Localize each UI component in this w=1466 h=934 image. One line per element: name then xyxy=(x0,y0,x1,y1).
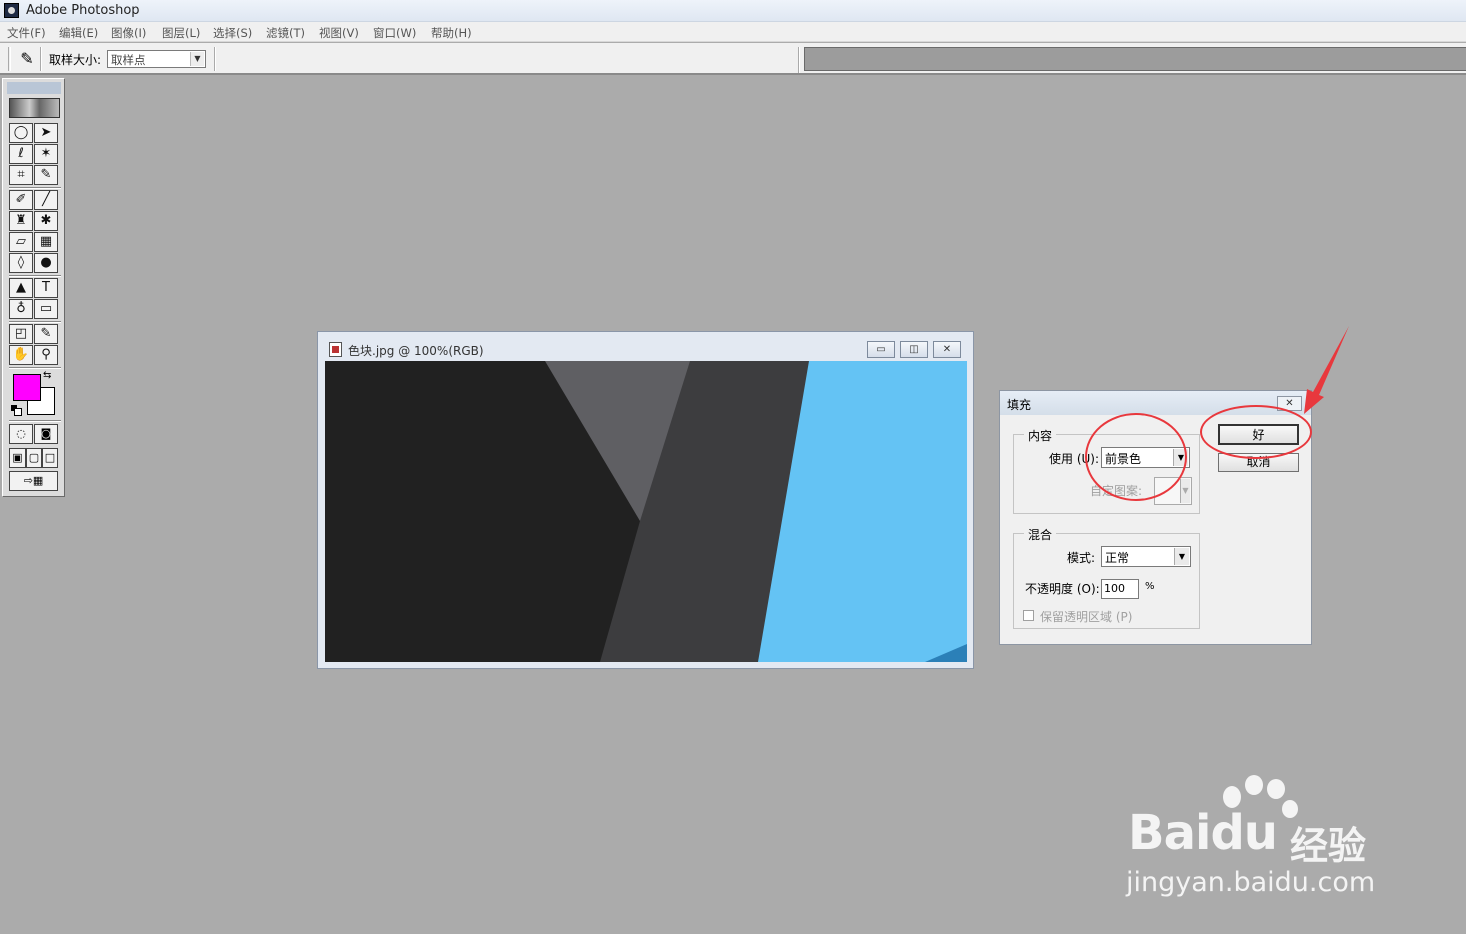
menu-bar: 文件(F) 编辑(E) 图像(I) 图层(L) 选择(S) 滤镜(T) 视图(V… xyxy=(0,22,1466,42)
eraser-tool-icon[interactable]: ▱ xyxy=(9,232,33,252)
divider xyxy=(9,420,61,422)
app-title: Adobe Photoshop xyxy=(26,3,140,18)
toolbox: ◯ ➤ ℓ ✶ ⌗ ✎ ✐ ╱ ♜ ✱ ▱ ▦ ◊ ● ▲ T ♁ ▭ ◰ ✎ … xyxy=(2,78,65,497)
opacity-input[interactable]: 100 xyxy=(1101,579,1139,599)
rectangle-tool-icon[interactable]: ▭ xyxy=(34,299,58,319)
menu-edit[interactable]: 编辑(E) xyxy=(59,25,98,41)
document-icon xyxy=(329,342,342,357)
type-tool-icon[interactable]: T xyxy=(34,278,58,298)
standard-mode-icon[interactable]: ◌ xyxy=(9,424,33,444)
eyedropper-sample-tool-icon[interactable]: ✎ xyxy=(34,324,58,344)
magic-wand-tool-icon[interactable]: ✶ xyxy=(34,144,58,164)
watermark-url: jingyan.baidu.com xyxy=(1126,867,1376,898)
standard-screen-icon[interactable]: ▣ xyxy=(9,448,26,468)
swap-colors-icon[interactable]: ⇆ xyxy=(43,370,51,381)
menu-file[interactable]: 文件(F) xyxy=(7,25,46,41)
mode-label: 模式: xyxy=(1067,551,1096,565)
divider xyxy=(40,47,42,71)
zoom-tool-icon[interactable]: ⚲ xyxy=(34,345,58,365)
menu-select[interactable]: 选择(S) xyxy=(213,25,252,41)
stamp-tool-icon[interactable]: ♜ xyxy=(9,211,33,231)
path-select-tool-icon[interactable]: ▲ xyxy=(9,278,33,298)
photoshop-app-icon xyxy=(4,3,19,18)
preserve-transparency-label: 保留透明区域 (P) xyxy=(1040,610,1133,624)
opacity-unit: % xyxy=(1145,581,1155,592)
window-titlebar: Adobe Photoshop xyxy=(0,0,1466,22)
sample-size-select[interactable]: 取样点 ▼ xyxy=(107,50,206,68)
jump-to-imageready-icon[interactable]: ⇨▦ xyxy=(9,471,58,491)
options-bar-grip[interactable] xyxy=(8,47,11,71)
hand-tool-icon[interactable]: ✋ xyxy=(9,345,33,365)
dialog-title: 填充 xyxy=(1007,398,1032,412)
watermark-product: 经验 xyxy=(1290,824,1367,868)
blending-group-title: 混合 xyxy=(1024,526,1057,543)
options-bar: ✎ 取样大小: 取样点 ▼ xyxy=(0,43,1466,75)
eyedropper-tool-icon[interactable]: ✎ xyxy=(34,165,58,185)
menu-image[interactable]: 图像(I) xyxy=(111,25,146,41)
marquee-tool-icon[interactable]: ◯ xyxy=(9,123,33,143)
eyedropper-icon[interactable]: ✎ xyxy=(18,50,36,68)
divider xyxy=(9,321,61,323)
annotation-circle-ok xyxy=(1200,405,1312,459)
menu-help[interactable]: 帮助(H) xyxy=(431,25,472,41)
history-brush-tool-icon[interactable]: ✱ xyxy=(34,211,58,231)
contents-group-title: 内容 xyxy=(1024,427,1057,444)
opacity-label: 不透明度 (O): xyxy=(1025,582,1100,596)
default-colors-icon[interactable] xyxy=(11,405,22,416)
divider xyxy=(9,187,61,189)
brush-tool-icon[interactable]: ╱ xyxy=(34,190,58,210)
palette-well[interactable] xyxy=(804,47,1466,71)
gradient-tool-icon[interactable]: ▦ xyxy=(34,232,58,252)
crop-tool-icon[interactable]: ⌗ xyxy=(9,165,33,185)
menu-window[interactable]: 窗口(W) xyxy=(373,25,416,41)
watermark-brand: Baidu xyxy=(1128,805,1278,861)
minimize-button[interactable]: ▭ xyxy=(867,341,895,358)
menu-layer[interactable]: 图层(L) xyxy=(162,25,200,41)
lasso-tool-icon[interactable]: ℓ xyxy=(9,144,33,164)
move-tool-icon[interactable]: ➤ xyxy=(34,123,58,143)
document-window: 色块.jpg @ 100%(RGB) ▭ ◫ ✕ xyxy=(317,331,974,669)
photoshop-eye-logo[interactable] xyxy=(9,98,60,118)
toolbox-titlebar[interactable] xyxy=(7,82,61,94)
notes-tool-icon[interactable]: ◰ xyxy=(9,324,33,344)
chevron-down-icon[interactable]: ▼ xyxy=(1174,548,1189,565)
pen-tool-icon[interactable]: ♁ xyxy=(9,299,33,319)
close-button[interactable]: ✕ xyxy=(933,341,961,358)
divider xyxy=(9,275,61,277)
image-canvas[interactable] xyxy=(325,361,967,662)
blur-tool-icon[interactable]: ◊ xyxy=(9,253,33,273)
mode-select[interactable]: 正常 ▼ xyxy=(1101,546,1191,567)
divider xyxy=(214,47,216,71)
menu-filter[interactable]: 滤镜(T) xyxy=(266,25,305,41)
full-screen-icon[interactable]: □ xyxy=(42,448,58,468)
dodge-tool-icon[interactable]: ● xyxy=(34,253,58,273)
canvas-image xyxy=(325,361,967,662)
baidu-jingyan-watermark: Baidu 经验 jingyan.baidu.com xyxy=(1120,775,1400,905)
divider xyxy=(9,367,61,369)
menu-view[interactable]: 视图(V) xyxy=(319,25,359,41)
chevron-down-icon[interactable]: ▼ xyxy=(1180,479,1190,503)
sample-size-value: 取样点 xyxy=(111,53,146,67)
full-screen-menu-icon[interactable]: ▢ xyxy=(26,448,42,468)
document-title: 色块.jpg @ 100%(RGB) xyxy=(348,344,484,358)
sample-size-label: 取样大小: xyxy=(49,53,102,67)
restore-button[interactable]: ◫ xyxy=(900,341,928,358)
airbrush-tool-icon[interactable]: ✐ xyxy=(9,190,33,210)
foreground-color-swatch[interactable] xyxy=(13,374,41,401)
divider xyxy=(798,47,800,73)
chevron-down-icon[interactable]: ▼ xyxy=(190,52,204,66)
annotation-circle-use xyxy=(1085,413,1187,501)
preserve-transparency-checkbox[interactable] xyxy=(1023,610,1034,621)
quick-mask-mode-icon[interactable]: ◙ xyxy=(34,424,58,444)
mode-select-value: 正常 xyxy=(1105,551,1130,565)
